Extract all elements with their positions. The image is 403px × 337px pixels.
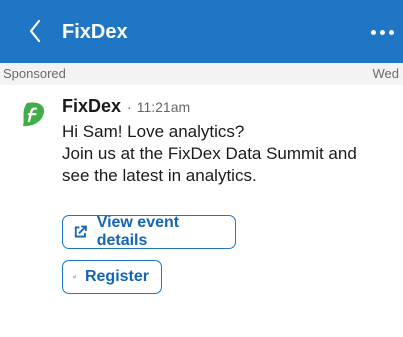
sender-line: FixDex · 11:21am xyxy=(62,95,190,119)
view-event-details-label: View event details xyxy=(96,214,180,249)
separator-dot: · xyxy=(127,99,132,115)
message-line: Join us at the FixDex Data Summit and xyxy=(62,144,357,163)
message-day: Wed xyxy=(372,66,400,81)
message-line: see the latest in analytics. xyxy=(62,166,257,185)
back-button[interactable] xyxy=(24,16,46,46)
more-horizontal-icon xyxy=(371,29,376,35)
message-timestamp: 11:21am xyxy=(136,99,191,115)
sender-name: FixDex xyxy=(62,96,122,116)
chevron-left-icon xyxy=(29,19,41,43)
more-options-button[interactable] xyxy=(371,24,399,40)
message-meta-bar: Sponsored Wed xyxy=(0,63,403,85)
fixdex-logo-icon xyxy=(23,102,45,127)
app-header: FixDex xyxy=(0,0,403,63)
register-button[interactable]: Register xyxy=(62,260,162,294)
external-link-icon xyxy=(74,225,87,238)
external-link-icon xyxy=(73,275,76,279)
conversation-title: FixDex xyxy=(62,21,128,43)
message-line: Hi Sam! Love analytics? xyxy=(62,122,245,141)
view-event-details-button[interactable]: View event details xyxy=(62,214,236,249)
message-body: Hi Sam! Love analytics? Join us at the F… xyxy=(62,121,392,187)
sponsored-label: Sponsored xyxy=(3,66,66,81)
register-label: Register xyxy=(84,268,149,285)
chat-screen: FixDex Sponsored Wed FixDex · 11:21am Hi S… xyxy=(0,0,403,337)
